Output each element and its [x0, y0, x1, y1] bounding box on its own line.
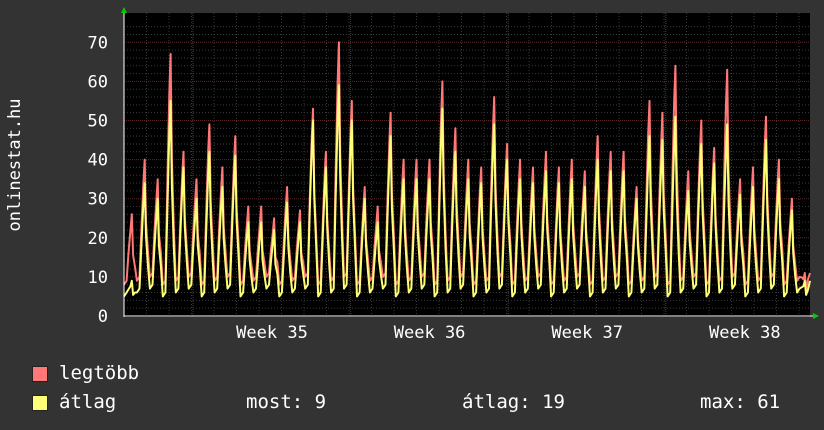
- x-tick-label: Week 37: [551, 323, 623, 343]
- y-tick-label: 70: [88, 33, 108, 53]
- legend-swatch-avg: [32, 395, 48, 411]
- y-tick-label: 10: [88, 268, 108, 288]
- legend-swatch-max: [32, 366, 48, 382]
- y-axis-label: onlinestat.hu: [5, 98, 25, 231]
- y-tick-label: 60: [88, 72, 108, 92]
- x-tick-label: Week 36: [394, 323, 466, 343]
- y-tick-label: 0: [98, 307, 108, 327]
- y-tick-label: 30: [88, 190, 108, 210]
- y-tick-label: 20: [88, 229, 108, 249]
- y-tick-label: 40: [88, 151, 108, 171]
- x-tick-label: Week 35: [236, 323, 308, 343]
- stat-max: max: 61: [700, 391, 781, 413]
- stat-now: most: 9: [246, 391, 327, 413]
- y-tick-label: 50: [88, 112, 108, 132]
- x-tick-label: Week 38: [709, 323, 781, 343]
- legend-label-avg: átlag: [59, 391, 117, 413]
- legend-label-max: legtöbb: [59, 362, 140, 384]
- stat-average: átlag: 19: [462, 391, 565, 413]
